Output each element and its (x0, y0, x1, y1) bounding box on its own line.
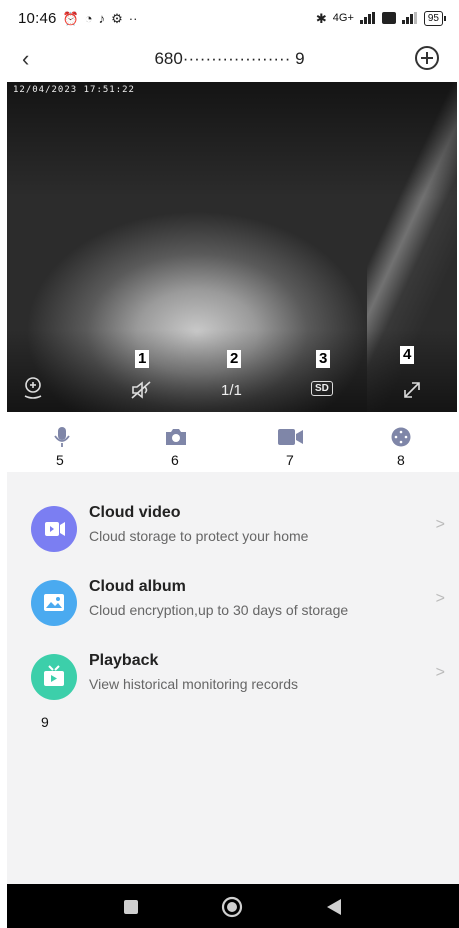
cloud-video-title: Cloud video (89, 504, 181, 521)
playback-desc: View historical monitoring records (89, 676, 299, 692)
annotation-1: 1 (135, 350, 150, 368)
control-toolbar: 5 6 7 8 (0, 412, 459, 472)
status-bar: 10:46 ⏰ ◔ ♪ ⚙ ·· ✱ 4G+ 95 (0, 0, 459, 36)
navigation-bar (7, 884, 459, 928)
cloud-video-icon (31, 506, 77, 552)
playback-icon (31, 654, 77, 700)
cloud-album-icon (31, 580, 77, 626)
list-item-cloud-album[interactable]: Cloud album Cloud encryption,up to 30 da… (7, 564, 459, 638)
volte-icon (381, 12, 396, 24)
recent-apps-icon[interactable] (124, 900, 138, 914)
alarm-icon: ⏰ (62, 10, 79, 26)
video-timestamp: 12/04/2023 17:51:22 (13, 85, 135, 95)
device-title: 680··················· 9 (154, 49, 305, 68)
mute-icon[interactable] (130, 380, 154, 400)
record-video-icon[interactable] (278, 429, 304, 445)
status-left: 10:46 ⏰ ◔ ♪ ⚙ ·· (18, 10, 137, 27)
add-device-button[interactable] (415, 46, 439, 70)
live-video[interactable]: 12/04/2023 17:51:22 1 2 3 4 1/1 SD (7, 82, 457, 412)
chevron-right-icon: > (435, 516, 445, 533)
annotation-3: 3 (316, 350, 331, 368)
snapshot-camera-icon[interactable] (164, 428, 188, 446)
cloud-album-desc: Cloud encryption,up to 30 days of storag… (89, 602, 349, 618)
signal-icon (359, 12, 375, 24)
annotation-2: 2 (227, 350, 242, 368)
page-indicator[interactable]: 1/1 (221, 382, 242, 399)
annotation-8: 8 (397, 452, 405, 468)
cloud-video-desc: Cloud storage to protect your home (89, 528, 309, 544)
chevron-right-icon: > (435, 664, 445, 681)
annotation-6: 6 (171, 452, 179, 468)
cloud-album-title: Cloud album (89, 578, 186, 595)
signal-icon-2 (401, 12, 417, 24)
list-item-cloud-video[interactable]: Cloud video Cloud storage to protect you… (7, 490, 459, 564)
annotation-9: 9 (41, 714, 49, 730)
battery-icon: 95 (423, 10, 447, 26)
location-icon[interactable] (22, 376, 44, 400)
list-item-playback[interactable]: Playback View historical monitoring reco… (7, 638, 459, 730)
network-type: 4G+ (332, 12, 354, 24)
annotation-7: 7 (286, 452, 294, 468)
playback-title: Playback (89, 652, 159, 669)
sd-quality-button[interactable]: SD (311, 381, 333, 396)
whatsapp-icon: ◔ (84, 10, 93, 26)
video-controls: 1 2 3 4 1/1 SD (7, 346, 457, 412)
back-nav-icon[interactable] (327, 899, 341, 915)
microphone-icon[interactable] (54, 426, 70, 448)
more-notifications: ·· (128, 10, 138, 26)
ptz-control-icon[interactable] (391, 427, 411, 447)
feature-list: Cloud video Cloud storage to protect you… (7, 472, 459, 884)
annotation-5: 5 (56, 452, 64, 468)
status-time: 10:46 (18, 9, 57, 27)
chevron-right-icon: > (435, 590, 445, 607)
status-right: ✱ 4G+ 95 (315, 10, 447, 26)
home-icon[interactable] (221, 896, 243, 918)
settings-icon: ⚙ (111, 10, 123, 26)
header: ‹ 680··················· 9 (0, 40, 459, 80)
fullscreen-icon[interactable] (402, 380, 422, 400)
tiktok-icon: ♪ (98, 10, 106, 26)
annotation-4: 4 (400, 346, 415, 364)
bluetooth-icon: ✱ (315, 10, 327, 26)
